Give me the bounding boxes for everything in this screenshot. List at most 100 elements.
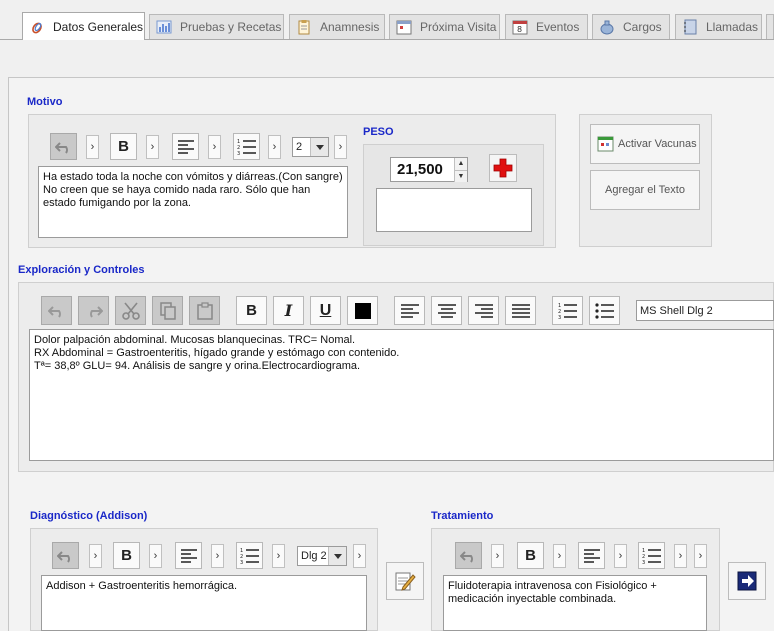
tab-anamnesis[interactable]: Anamnesis [289,14,385,39]
copy-button[interactable] [152,296,183,325]
bold-button[interactable]: B [113,542,140,569]
toolbar-expand-arrow[interactable]: › [272,544,285,568]
toolbar-expand-arrow[interactable]: › [614,544,627,568]
diagnostico-text[interactable]: Addison + Gastroenteritis hemorrágica. [41,575,367,631]
undo-button[interactable] [52,542,79,569]
toolbar-expand-arrow[interactable]: › [149,544,162,568]
numbered-list-icon: 123 [240,548,259,565]
numbered-list-icon: 123 [237,139,256,156]
toolbar-expand-arrow[interactable]: › [674,544,687,568]
align-left-button[interactable] [578,542,605,569]
tab-label: Cargos [623,20,662,34]
peso-title: PESO [363,126,394,138]
text-color-button[interactable] [347,296,378,325]
tab-datos-generales-icon [29,19,45,35]
tab-datos-generales[interactable]: Datos Generales [22,12,145,40]
undo-icon [56,550,70,563]
vaccine-calendar-icon [597,136,614,152]
next-button[interactable] [728,562,766,600]
justify-icon [511,303,530,318]
underline-button[interactable]: U [310,296,341,325]
exploracion-title: Exploración y Controles [18,264,145,276]
scissors-icon [121,301,140,320]
tratamiento-title: Tratamiento [431,510,494,522]
font-name-select[interactable]: Dlg 2 [297,546,347,566]
toolbar-expand-arrow[interactable]: › [208,135,221,159]
tab-more[interactable] [766,14,774,39]
chart-icon [156,19,172,35]
toolbar-expand-arrow[interactable]: › [353,544,366,568]
tab-llamadas[interactable]: Llamadas [675,14,762,39]
bold-button[interactable]: B [236,296,267,325]
svg-text:8: 8 [517,25,522,34]
calendar-icon [396,19,412,35]
redo-button[interactable] [78,296,109,325]
exploracion-text[interactable]: Dolor palpación abdominal. Mucosas blanq… [29,329,774,461]
numbered-list-icon: 123 [642,548,661,565]
weight-spinbox[interactable]: 21,500 ▲ ▼ [390,157,468,182]
money-bag-icon [599,19,615,35]
align-left-button[interactable] [172,133,199,160]
tab-pruebas-recetas[interactable]: Pruebas y Recetas [149,14,284,39]
toolbar-expand-arrow[interactable]: › [146,135,159,159]
agregar-texto-button[interactable]: Agregar el Texto [590,170,700,210]
add-weight-button[interactable] [489,154,517,182]
arrow-right-icon [737,571,757,591]
align-center-button[interactable] [431,296,462,325]
toolbar-expand-arrow[interactable]: › [694,544,707,568]
justify-button[interactable] [505,296,536,325]
motivo-text[interactable]: Ha estado toda la noche con vómitos y di… [38,166,348,238]
numbered-list-button[interactable]: 123 [233,133,260,160]
undo-button[interactable] [455,542,482,569]
weight-notes-box[interactable] [376,188,532,232]
undo-button[interactable] [41,296,72,325]
svg-text:3: 3 [642,560,645,565]
undo-icon [47,305,61,318]
toolbar-expand-arrow[interactable]: › [553,544,566,568]
list-size-select[interactable]: 2 [292,137,329,157]
notepad-pencil-icon [395,572,416,591]
activar-vacunas-button[interactable]: Activar Vacunas [590,124,700,164]
font-name-select[interactable]: MS Shell Dlg 2 [636,300,774,321]
align-left-button[interactable] [175,542,202,569]
toolbar-expand-arrow[interactable]: › [211,544,224,568]
align-right-icon [474,303,493,318]
italic-button[interactable]: I [273,296,304,325]
tab-label: Llamadas [706,20,759,34]
bullet-list-button[interactable] [589,296,620,325]
align-right-button[interactable] [468,296,499,325]
chevron-down-icon [310,138,328,156]
spin-up-button[interactable]: ▲ [455,158,467,170]
numbered-list-button[interactable]: 123 [236,542,263,569]
align-center-icon [437,303,456,318]
motivo-title: Motivo [27,96,63,108]
calendar-date-icon: 8 [512,19,528,35]
undo-button[interactable] [50,133,77,160]
cut-button[interactable] [115,296,146,325]
toolbar-expand-arrow[interactable]: › [86,135,99,159]
toolbar-expand-arrow[interactable]: › [334,135,347,159]
numbered-list-button[interactable]: 123 [552,296,583,325]
tratamiento-text[interactable]: Fluidoterapia intravenosa con Fisiológic… [443,575,707,631]
svg-text:3: 3 [237,151,240,156]
tab-eventos[interactable]: 8 Eventos [505,14,588,39]
redo-icon [89,305,103,318]
undo-icon [459,550,473,563]
copy-to-tratamiento-button[interactable] [386,562,424,600]
paste-button[interactable] [189,296,220,325]
align-left-icon [583,548,600,563]
tab-cargos[interactable]: Cargos [592,14,670,39]
toolbar-expand-arrow[interactable]: › [268,135,281,159]
toolbar-expand-arrow[interactable]: › [491,544,504,568]
bullet-list-icon [594,302,614,319]
undo-icon [54,141,68,154]
tab-proxima-visita[interactable]: Próxima Visita [389,14,500,39]
toolbar-expand-arrow[interactable]: › [89,544,102,568]
address-book-icon [682,19,698,35]
bold-button[interactable]: B [110,133,137,160]
numbered-list-button[interactable]: 123 [638,542,665,569]
spin-down-button[interactable]: ▼ [455,169,467,182]
bold-button[interactable]: B [517,542,544,569]
align-left-button[interactable] [394,296,425,325]
tab-label: Datos Generales [53,19,144,34]
